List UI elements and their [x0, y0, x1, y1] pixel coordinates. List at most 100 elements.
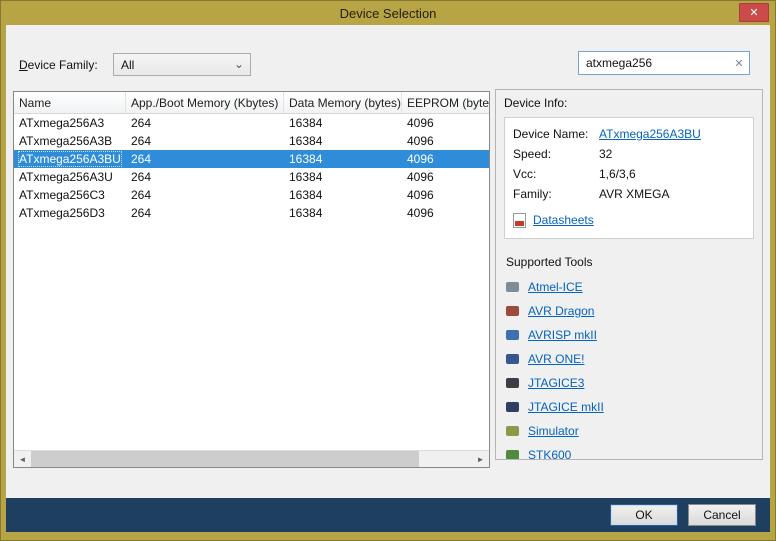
device-family-label: Device Family:	[19, 58, 98, 72]
family-row: Family: AVR XMEGA	[513, 184, 745, 204]
close-button[interactable]: ✕	[739, 3, 769, 22]
search-box: ✕	[578, 51, 750, 75]
vcc-row: Vcc: 1,6/3,6	[513, 164, 745, 184]
pdf-icon	[513, 213, 526, 228]
clear-search-icon[interactable]: ✕	[729, 57, 749, 70]
scroll-right-icon[interactable]: ►	[472, 451, 489, 467]
column-header-name[interactable]: Name	[14, 92, 126, 113]
selected-device-name: ATxmega256A3BU	[19, 152, 121, 166]
cell-app-boot: 264	[126, 150, 284, 168]
table-row-selected[interactable]: ATxmega256A3BU 264 16384 4096	[14, 150, 489, 168]
dialog-content: Device Family: All ⌄ ✕ Name App./Boot Me…	[6, 25, 770, 498]
speed-label: Speed:	[513, 147, 599, 161]
cell-data-memory: 16384	[284, 168, 402, 186]
cell-name: ATxmega256A3	[14, 114, 126, 132]
titlebar[interactable]: Device Selection	[1, 1, 775, 25]
table-row[interactable]: ATxmega256A3U 264 16384 4096	[14, 168, 489, 186]
cell-name: ATxmega256C3	[14, 186, 126, 204]
device-name-link[interactable]: ATxmega256A3BU	[599, 127, 701, 141]
cell-eeprom: 4096	[402, 168, 489, 186]
avrisp-mkii-icon	[506, 330, 519, 340]
tool-link-avr-dragon[interactable]: AVR Dragon	[528, 304, 594, 318]
cell-app-boot: 264	[126, 132, 284, 150]
tool-link-jtagice3[interactable]: JTAGICE3	[528, 376, 584, 390]
cell-app-boot: 264	[126, 168, 284, 186]
device-name-row: Device Name: ATxmega256A3BU	[513, 124, 745, 144]
device-table: Name App./Boot Memory (Kbytes) Data Memo…	[13, 91, 490, 468]
scrollbar-thumb[interactable]	[31, 451, 419, 467]
ok-button[interactable]: OK	[610, 504, 678, 526]
family-label: Family:	[513, 187, 599, 201]
column-header-data-memory[interactable]: Data Memory (bytes)	[284, 92, 402, 113]
tool-row: AVR Dragon	[504, 299, 754, 323]
column-header-eeprom[interactable]: EEPROM (bytes)	[402, 92, 489, 113]
cell-name: ATxmega256A3BU	[14, 150, 126, 168]
table-row[interactable]: ATxmega256D3 264 16384 4096	[14, 204, 489, 222]
table-header: Name App./Boot Memory (Kbytes) Data Memo…	[14, 92, 489, 114]
simulator-icon	[506, 426, 519, 436]
device-family-value: All	[121, 58, 134, 72]
tool-row: JTAGICE3	[504, 371, 754, 395]
cell-app-boot: 264	[126, 186, 284, 204]
datasheets-row: Datasheets	[513, 208, 745, 232]
stk600-icon	[506, 450, 519, 460]
window-title: Device Selection	[340, 6, 437, 21]
cell-eeprom: 4096	[402, 132, 489, 150]
tool-row: AVR ONE!	[504, 347, 754, 371]
cell-data-memory: 16384	[284, 186, 402, 204]
cell-data-memory: 16384	[284, 150, 402, 168]
cell-eeprom: 4096	[402, 150, 489, 168]
tool-link-stk600[interactable]: STK600	[528, 448, 571, 460]
avr-dragon-icon	[506, 306, 519, 316]
speed-value: 32	[599, 147, 612, 161]
cell-data-memory: 16384	[284, 114, 402, 132]
vcc-value: 1,6/3,6	[599, 167, 636, 181]
search-input[interactable]	[579, 56, 729, 70]
chevron-down-icon: ⌄	[234, 57, 244, 71]
cancel-button[interactable]: Cancel	[688, 504, 756, 526]
table-row[interactable]: ATxmega256C3 264 16384 4096	[14, 186, 489, 204]
cell-name: ATxmega256D3	[14, 204, 126, 222]
cell-data-memory: 16384	[284, 204, 402, 222]
cell-data-memory: 16384	[284, 132, 402, 150]
tool-link-simulator[interactable]: Simulator	[528, 424, 579, 438]
device-selection-dialog: Device Selection ✕ Device Family: All ⌄ …	[0, 0, 776, 541]
column-header-app-boot-memory[interactable]: App./Boot Memory (Kbytes)	[126, 92, 284, 113]
cell-eeprom: 4096	[402, 186, 489, 204]
jtagice-mkii-icon	[506, 402, 519, 412]
tool-row: Simulator	[504, 419, 754, 443]
atmel-ice-icon	[506, 282, 519, 292]
tool-link-avrisp-mkii[interactable]: AVRISP mkII	[528, 328, 597, 342]
tool-link-jtagice-mkii[interactable]: JTAGICE mkII	[528, 400, 604, 414]
close-icon: ✕	[749, 6, 758, 19]
device-family-dropdown[interactable]: All ⌄	[113, 53, 251, 76]
cell-app-boot: 264	[126, 114, 284, 132]
scroll-left-icon[interactable]: ◄	[14, 451, 31, 467]
vcc-label: Vcc:	[513, 167, 599, 181]
dialog-footer: OK Cancel	[6, 498, 770, 532]
cell-name: ATxmega256A3U	[14, 168, 126, 186]
device-info-title: Device Info:	[504, 96, 754, 110]
datasheets-link[interactable]: Datasheets	[533, 213, 594, 227]
tool-link-atmel-ice[interactable]: Atmel-ICE	[528, 280, 583, 294]
supported-tools-title: Supported Tools	[506, 255, 754, 269]
tool-row: JTAGICE mkII	[504, 395, 754, 419]
tool-link-avr-one[interactable]: AVR ONE!	[528, 352, 584, 366]
tool-row: STK600	[504, 443, 754, 460]
avr-one-icon	[506, 354, 519, 364]
table-row[interactable]: ATxmega256A3 264 16384 4096	[14, 114, 489, 132]
speed-row: Speed: 32	[513, 144, 745, 164]
cell-eeprom: 4096	[402, 204, 489, 222]
device-info-box: Device Name: ATxmega256A3BU Speed: 32 Vc…	[504, 117, 754, 239]
tool-row: Atmel-ICE	[504, 275, 754, 299]
device-info-panel: Device Info: Device Name: ATxmega256A3BU…	[495, 89, 763, 460]
jtagice3-icon	[506, 378, 519, 388]
cell-eeprom: 4096	[402, 114, 489, 132]
device-name-label: Device Name:	[513, 127, 599, 141]
scrollbar-track[interactable]	[419, 451, 472, 467]
family-value: AVR XMEGA	[599, 187, 669, 201]
table-row[interactable]: ATxmega256A3B 264 16384 4096	[14, 132, 489, 150]
cell-app-boot: 264	[126, 204, 284, 222]
horizontal-scrollbar[interactable]: ◄ ►	[14, 450, 489, 467]
cell-name: ATxmega256A3B	[14, 132, 126, 150]
